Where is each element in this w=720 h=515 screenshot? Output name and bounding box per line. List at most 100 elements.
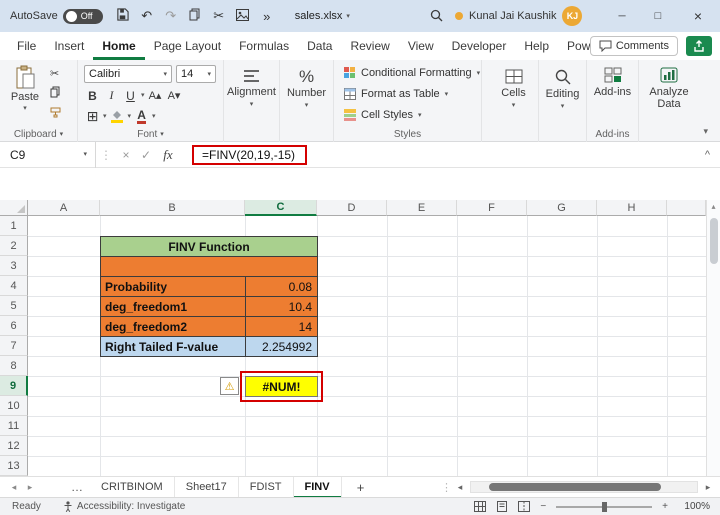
grow-font-button[interactable]: A▴ — [147, 87, 164, 104]
worksheet-grid[interactable]: ABCDEFGH 1 2 3 4 5 6 7 8 9 10 11 12 13 FINV Function… — [0, 200, 720, 476]
row-header-8[interactable]: 8 — [0, 356, 28, 376]
column-header-A[interactable]: A — [28, 200, 100, 216]
clipboard-group-label[interactable]: Clipboard ▾ — [0, 129, 77, 140]
horizontal-scrollbar[interactable] — [470, 481, 698, 493]
redo-button[interactable]: ↷ — [159, 8, 183, 24]
column-header-F[interactable]: F — [457, 200, 527, 216]
cell-deg-freedom1-value[interactable]: 10.4 — [245, 296, 318, 317]
sheet-tab-critbinom[interactable]: CRITBINOM — [90, 476, 175, 498]
scroll-up-icon[interactable]: ▴ — [707, 200, 720, 214]
zoom-slider[interactable] — [556, 501, 653, 512]
horizontal-scroll-thumb[interactable] — [489, 483, 661, 491]
sheet-tab-fdist[interactable]: FDIST — [239, 476, 294, 498]
tab-developer[interactable]: Developer — [443, 32, 516, 60]
cell-right-tailed-value[interactable]: 2.254992 — [245, 336, 318, 357]
zoom-slider-thumb[interactable] — [602, 501, 608, 512]
font-group-label[interactable]: Font ▾ — [78, 129, 223, 140]
copy-icon[interactable] — [50, 86, 61, 101]
row-header-12[interactable]: 12 — [0, 436, 28, 456]
tab-insert[interactable]: Insert — [45, 32, 93, 60]
underline-button[interactable]: U — [122, 87, 139, 104]
cell-deg-freedom2-value[interactable]: 14 — [245, 316, 318, 337]
number-button[interactable]: % Number ▾ — [280, 60, 333, 142]
vertical-scroll-thumb[interactable] — [710, 218, 718, 264]
cell-finv-title[interactable]: FINV Function — [100, 236, 318, 257]
minimize-button[interactable]: ─ — [604, 0, 640, 32]
undo-button[interactable]: ↶ — [135, 8, 159, 24]
font-size-select[interactable]: 14 ▾ — [176, 65, 216, 83]
row-header-9[interactable]: 9 — [0, 376, 28, 396]
tab-review[interactable]: Review — [341, 32, 398, 60]
cut-icon[interactable]: ✂ — [50, 67, 61, 80]
zoom-in-button[interactable]: + — [662, 501, 668, 512]
account-area[interactable]: Kunal Jai Kaushik KJ — [455, 0, 583, 32]
tab-page-layout[interactable]: Page Layout — [145, 32, 230, 60]
column-header-B[interactable]: B — [100, 200, 245, 216]
alignment-button[interactable]: Alignment ▾ — [224, 60, 279, 142]
avatar[interactable]: KJ — [562, 6, 583, 26]
normal-view-button[interactable] — [474, 501, 487, 512]
format-as-table-button[interactable]: Format as Table ▾ — [344, 88, 448, 100]
row-header-13[interactable]: 13 — [0, 456, 28, 476]
scroll-right-icon[interactable]: ▸ — [700, 482, 716, 493]
italic-button[interactable]: I — [103, 87, 120, 104]
tab-formulas[interactable]: Formulas — [230, 32, 298, 60]
sheet-nav-right-icon[interactable]: ▸ — [22, 482, 38, 493]
workbook-title[interactable]: sales.xlsx ▾ — [295, 10, 350, 22]
row-header-6[interactable]: 6 — [0, 316, 28, 336]
cell-styles-button[interactable]: Cell Styles ▾ — [344, 109, 421, 121]
autosave-toggle[interactable]: Off — [62, 8, 103, 24]
accessibility-status[interactable]: Accessibility: Investigate — [63, 501, 185, 512]
row-header-11[interactable]: 11 — [0, 416, 28, 436]
qat-overflow-button[interactable]: » — [255, 9, 279, 24]
row-header-10[interactable]: 10 — [0, 396, 28, 416]
expand-formula-bar-button[interactable]: ^ — [705, 149, 710, 161]
page-layout-view-button[interactable] — [496, 501, 508, 512]
cell-deg-freedom1-label[interactable]: deg_freedom1 — [100, 296, 246, 317]
font-color-button[interactable]: A — [133, 108, 150, 125]
select-all-button[interactable] — [0, 200, 28, 216]
formula-input[interactable]: =FINV(20,19,-15) — [202, 148, 295, 162]
maximize-button[interactable]: □ — [640, 0, 676, 32]
column-header-D[interactable]: D — [317, 200, 387, 216]
chart-button[interactable] — [231, 8, 255, 24]
tab-file[interactable]: File — [8, 32, 45, 60]
cell-deg-freedom2-label[interactable]: deg_freedom2 — [100, 316, 246, 337]
tab-view[interactable]: View — [399, 32, 443, 60]
tab-help[interactable]: Help — [515, 32, 558, 60]
cell-right-tailed-label[interactable]: Right Tailed F-value — [100, 336, 246, 357]
search-button[interactable] — [430, 9, 443, 25]
fill-color-button[interactable] — [109, 108, 126, 125]
sheet-nav-left-icon[interactable]: ◂ — [6, 482, 22, 493]
sheet-tab-finv[interactable]: FINV — [293, 476, 342, 498]
analyze-data-button[interactable]: Analyze Data — [639, 60, 699, 142]
editing-button[interactable]: Editing ▾ — [539, 60, 586, 142]
cut-button[interactable]: ✂ — [207, 8, 231, 24]
enter-button[interactable]: ✓ — [136, 148, 156, 162]
cell-blank-row[interactable] — [100, 256, 318, 277]
chevron-down-icon[interactable]: ▾ — [128, 113, 132, 120]
vertical-scrollbar[interactable]: ▴ — [706, 200, 720, 476]
column-header-C[interactable]: C — [245, 200, 317, 216]
collapse-ribbon-button[interactable]: ▾ — [703, 126, 708, 137]
column-header-partial[interactable] — [667, 200, 706, 216]
cell-probability-value[interactable]: 0.08 — [245, 276, 318, 297]
column-header-G[interactable]: G — [527, 200, 597, 216]
chevron-down-icon[interactable]: ▾ — [152, 113, 156, 120]
sheet-tab-sheet17[interactable]: Sheet17 — [175, 476, 239, 498]
row-header-4[interactable]: 4 — [0, 276, 28, 296]
borders-button[interactable]: ⊞ — [84, 108, 101, 125]
share-button[interactable] — [686, 36, 712, 56]
row-header-1[interactable]: 1 — [0, 216, 28, 236]
paste-button[interactable]: Paste ▾ — [6, 65, 44, 112]
scroll-left-icon[interactable]: ◂ — [452, 482, 468, 493]
format-painter-icon[interactable] — [50, 107, 61, 121]
cancel-button[interactable]: × — [116, 148, 136, 162]
cell-probability-label[interactable]: Probability — [100, 276, 246, 297]
font-name-select[interactable]: Calibri ▾ — [84, 65, 172, 83]
copy-button[interactable] — [183, 8, 207, 24]
chevron-down-icon[interactable]: ▾ — [103, 113, 107, 120]
column-header-H[interactable]: H — [597, 200, 667, 216]
bold-button[interactable]: B — [84, 87, 101, 104]
comments-button[interactable]: Comments — [589, 36, 678, 56]
